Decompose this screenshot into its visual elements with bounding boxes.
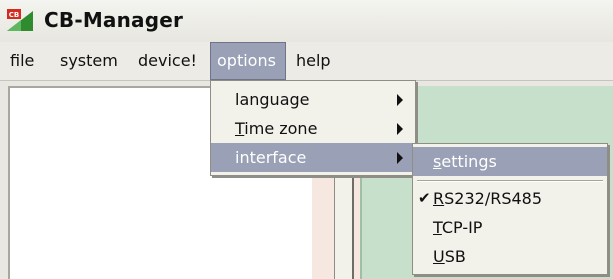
menu-help[interactable]: help xyxy=(292,42,334,80)
menu-item-language[interactable]: language xyxy=(211,85,415,114)
app-window: CB CB-Manager file system device! option… xyxy=(0,0,613,279)
menu-item-rs232-rs485[interactable]: ✔ RS232/RS485 xyxy=(413,184,607,213)
svg-text:CB: CB xyxy=(9,11,19,19)
splitter-handle[interactable] xyxy=(334,170,354,279)
menu-options[interactable]: options xyxy=(210,42,286,80)
submenu-arrow-icon xyxy=(397,94,403,106)
menu-device[interactable]: device! xyxy=(134,42,204,80)
window-title: CB-Manager xyxy=(44,8,184,32)
menu-system[interactable]: system xyxy=(56,42,124,80)
submenu-arrow-icon xyxy=(397,152,403,164)
menu-item-label: interface xyxy=(235,148,307,167)
menu-item-label: TCP-IP xyxy=(433,218,483,237)
checkmark-icon: ✔ xyxy=(418,189,431,207)
interface-submenu: settings ✔ RS232/RS485 TCP-IP USB xyxy=(412,143,608,275)
menu-item-label: RS232/RS485 xyxy=(433,189,543,208)
menu-item-settings[interactable]: settings xyxy=(413,147,607,176)
title-bar[interactable]: CB CB-Manager xyxy=(0,0,613,43)
options-dropdown: language Time zone interface xyxy=(210,80,416,176)
cb-app-icon: CB xyxy=(7,9,33,31)
menu-item-label: settings xyxy=(433,152,497,171)
menu-item-label: Time zone xyxy=(235,119,318,138)
menu-item-interface[interactable]: interface xyxy=(211,143,415,172)
menu-file[interactable]: file xyxy=(6,42,44,80)
menu-item-usb[interactable]: USB xyxy=(413,242,607,271)
submenu-arrow-icon xyxy=(397,123,403,135)
menu-item-label: USB xyxy=(433,247,466,266)
menu-item-time-zone[interactable]: Time zone xyxy=(211,114,415,143)
menu-item-label: language xyxy=(235,90,310,109)
menu-item-tcp-ip[interactable]: TCP-IP xyxy=(413,213,607,242)
menu-bar: file system device! options help xyxy=(0,42,613,81)
menu-separator xyxy=(417,180,603,182)
